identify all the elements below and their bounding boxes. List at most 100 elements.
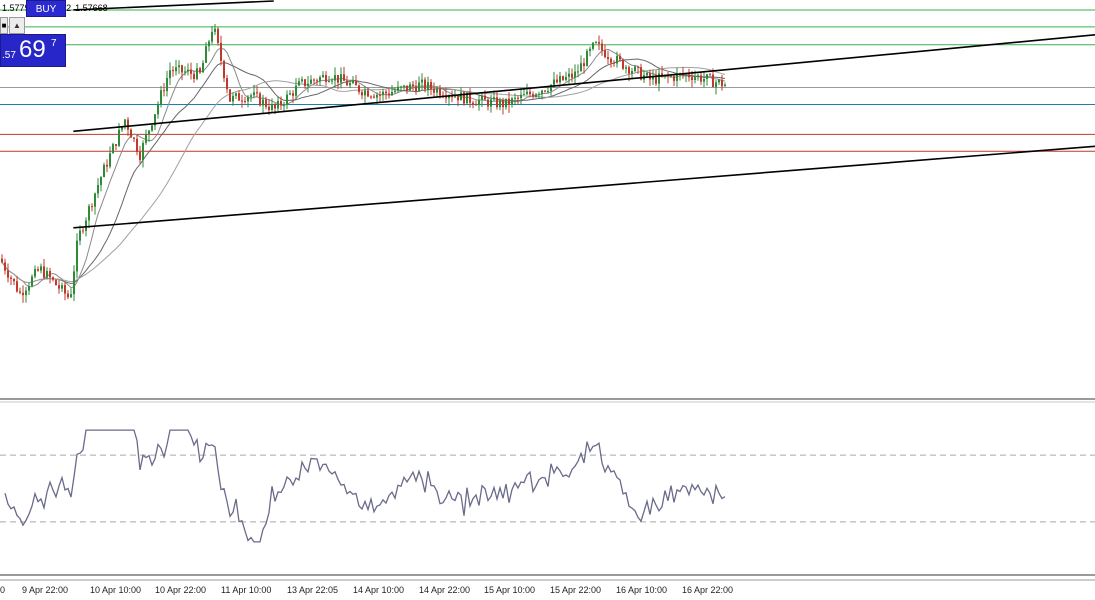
time-tick-label: 0: [0, 585, 6, 595]
candle-body: [175, 67, 177, 72]
candle-body: [271, 104, 273, 110]
candle-body: [25, 290, 27, 296]
candle-body: [139, 151, 141, 161]
candle-body: [313, 79, 315, 81]
volume-toggle-button[interactable]: ▲: [9, 17, 25, 34]
candle-body: [289, 93, 291, 95]
candle-body: [391, 92, 393, 96]
candle-body: [52, 277, 54, 280]
buy-button[interactable]: BUY: [26, 0, 66, 17]
candle-body: [571, 73, 573, 78]
candle-body: [574, 71, 576, 78]
candle-body: [406, 85, 408, 91]
candle-body: [316, 80, 318, 82]
candle-body: [235, 93, 237, 96]
trendlines[interactable]: [73, 0, 1095, 229]
candle-body: [556, 79, 558, 83]
candle-body: [55, 279, 57, 286]
candle-body: [310, 79, 312, 84]
candle-body: [496, 97, 498, 108]
menu-icon: ■: [1, 21, 7, 30]
candle-body: [97, 185, 99, 194]
candle-body: [454, 96, 456, 98]
candle-body: [619, 56, 621, 60]
candle-body: [160, 90, 162, 105]
candle-body: [691, 77, 693, 80]
candle-body: [724, 84, 726, 87]
candle-body: [514, 97, 516, 99]
candle-body: [91, 206, 93, 208]
candle-body: [568, 73, 570, 77]
candle-body: [343, 74, 345, 81]
candle-body: [517, 97, 519, 99]
candle-body: [13, 278, 15, 282]
candle-body: [19, 291, 21, 293]
candle-body: [520, 94, 522, 99]
candle-body: [274, 104, 276, 109]
candle-body: [538, 93, 540, 95]
candle-body: [547, 90, 549, 92]
candle-body: [565, 76, 567, 80]
candle-body: [286, 94, 288, 105]
time-tick-label: 14 Apr 22:00: [419, 585, 471, 595]
candle-body: [70, 294, 72, 298]
candle-body: [136, 138, 138, 152]
candle-body: [670, 76, 672, 78]
candle-body: [49, 271, 51, 278]
candle-body: [358, 85, 360, 93]
buy-price-prefix: .57: [2, 50, 16, 61]
candle-body: [382, 91, 384, 96]
candle-body: [61, 285, 63, 289]
candle-body: [370, 96, 372, 98]
time-tick-label: 11 Apr 10:00: [221, 585, 272, 595]
chart-canvas[interactable]: [0, 0, 1095, 600]
candle-body: [106, 164, 108, 167]
candle-body: [523, 94, 525, 96]
candle-body: [586, 50, 588, 67]
candle-body: [646, 72, 648, 76]
time-tick-label: 15 Apr 10:00: [484, 585, 536, 595]
time-tick-label: 10 Apr 10:00: [90, 585, 142, 595]
candle-body: [553, 79, 555, 85]
candle-body: [577, 71, 579, 73]
candle-body: [595, 41, 597, 43]
buy-price-pip: 7: [51, 38, 57, 49]
candle-body: [481, 95, 483, 101]
candle-body: [361, 92, 363, 96]
candle-body: [559, 76, 561, 83]
trade-menu-button[interactable]: ■: [0, 17, 8, 34]
candle-body: [118, 129, 120, 146]
candle-body: [625, 67, 627, 69]
candle-body: [301, 79, 303, 82]
candle-body: [373, 96, 375, 98]
candle-body: [499, 100, 501, 108]
candle-body: [46, 271, 48, 278]
candle-body: [703, 78, 705, 82]
candle-body: [172, 70, 174, 72]
candle-body: [109, 153, 111, 167]
candle-body: [400, 86, 402, 88]
candle-body: [346, 80, 348, 86]
candle-body: [262, 99, 264, 106]
trendline[interactable]: [73, 145, 1095, 229]
candle-body: [232, 95, 234, 102]
candle-body: [1, 258, 3, 263]
candle-body: [124, 119, 126, 127]
candle-body: [328, 80, 330, 82]
candle-body: [103, 164, 105, 178]
buy-price-box[interactable]: .57 69 7: [0, 34, 66, 67]
candle-body: [280, 100, 282, 106]
candle-body: [166, 78, 168, 92]
candle-body: [226, 78, 228, 90]
time-axis-labels: 0 9 Apr 22:00 10 Apr 10:00 10 Apr 22:00 …: [0, 585, 1095, 599]
candle-body: [247, 96, 249, 102]
time-tick-label: 10 Apr 22:00: [155, 585, 207, 595]
moving-average-line: [1, 66, 726, 284]
candle-body: [40, 266, 42, 271]
horizontal-levels: [0, 9, 1095, 152]
candle-body: [427, 82, 429, 90]
time-tick-label: 9 Apr 22:00: [22, 585, 69, 595]
candle-body: [634, 66, 636, 72]
candle-body: [295, 85, 297, 96]
candle-body: [229, 89, 231, 102]
